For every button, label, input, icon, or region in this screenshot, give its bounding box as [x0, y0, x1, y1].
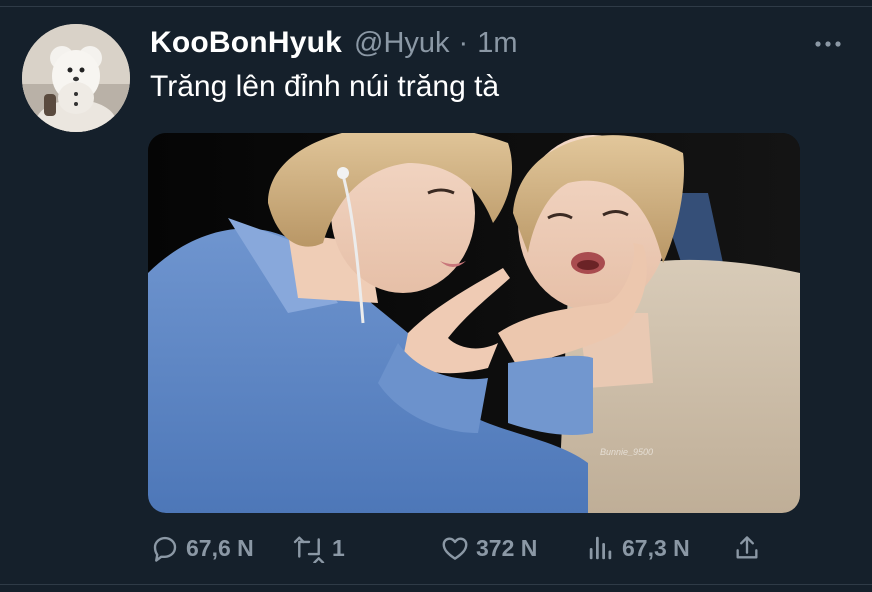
- avatar-image: [22, 24, 130, 132]
- like-button[interactable]: 372 N: [440, 528, 537, 568]
- share-button[interactable]: [733, 528, 761, 568]
- tweet-media[interactable]: Bunnie_9500: [148, 133, 800, 513]
- heart-icon: [440, 533, 470, 563]
- reply-icon: [150, 533, 180, 563]
- views-count: 67,3 N: [622, 534, 690, 561]
- retweet-icon: [292, 533, 326, 563]
- avatar[interactable]: [22, 24, 130, 132]
- retweet-button[interactable]: 1: [292, 528, 345, 568]
- media-watermark: Bunnie_9500: [600, 447, 654, 457]
- tweet: KooBonHyuk @Hyuk · 1m Trăng lên đỉnh núi…: [0, 0, 872, 592]
- timestamp[interactable]: 1m: [477, 27, 517, 60]
- action-bar: 67,6 N 1 372 N 67,3 N: [0, 528, 872, 568]
- reply-count: 67,6 N: [186, 534, 254, 561]
- retweet-count: 1: [332, 534, 345, 561]
- tweet-text: Trăng lên đỉnh núi trăng tà: [150, 70, 500, 103]
- share-icon: [733, 533, 761, 563]
- display-name[interactable]: KooBonHyuk: [150, 26, 342, 60]
- separator-dot: ·: [458, 27, 469, 59]
- reply-button[interactable]: 67,6 N: [150, 528, 254, 568]
- more-horizontal-icon[interactable]: [812, 36, 844, 52]
- media-photo: [148, 133, 800, 513]
- tweet-header: KooBonHyuk @Hyuk · 1m: [150, 26, 517, 64]
- analytics-icon: [586, 533, 616, 563]
- like-count: 372 N: [476, 534, 538, 561]
- bottom-divider: [0, 584, 872, 585]
- user-handle[interactable]: @Hyuk: [354, 27, 450, 60]
- views-button[interactable]: 67,3 N: [586, 528, 690, 568]
- top-divider: [0, 6, 872, 7]
